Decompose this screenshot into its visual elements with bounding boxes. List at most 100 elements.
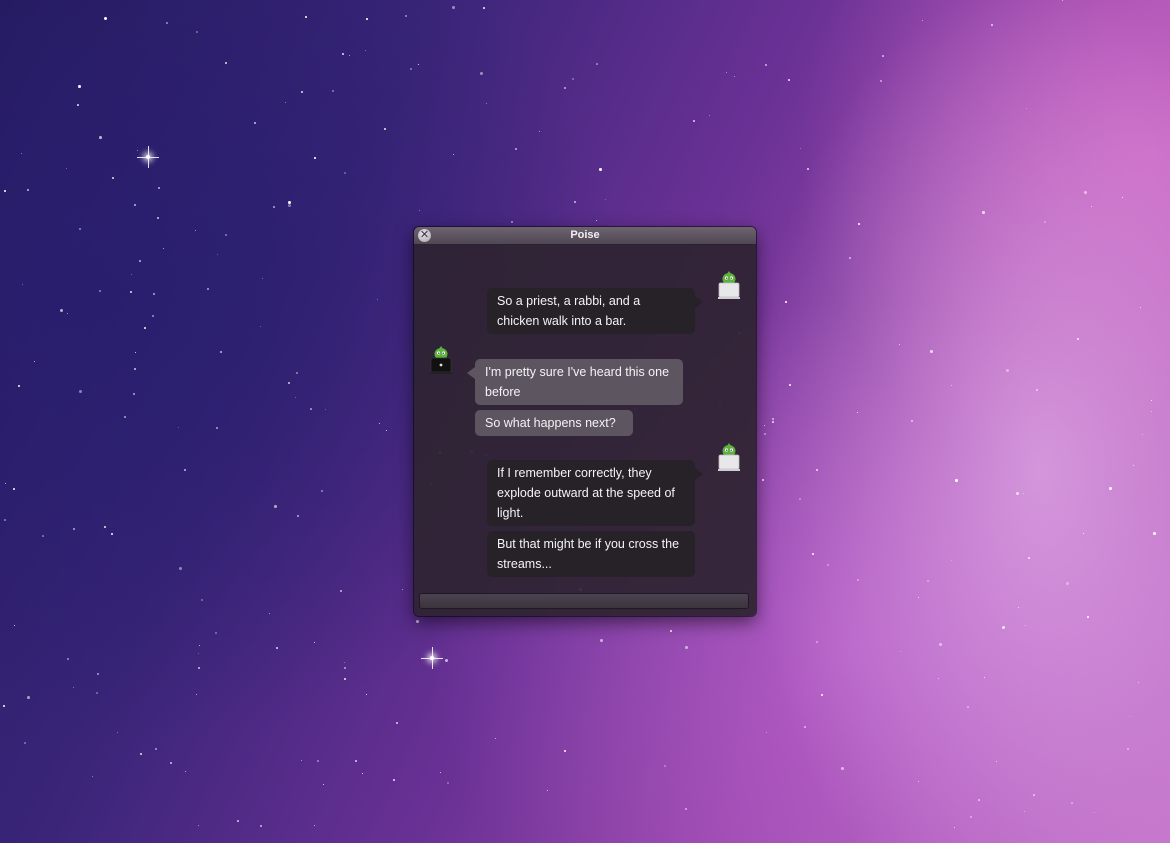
- star: [79, 228, 81, 230]
- star: [857, 412, 859, 414]
- star: [323, 784, 325, 786]
- star: [918, 781, 920, 783]
- close-icon: ✕: [419, 229, 430, 241]
- star: [982, 211, 985, 214]
- star: [1142, 434, 1144, 436]
- star: [1091, 206, 1093, 208]
- star: [899, 344, 901, 346]
- star: [27, 189, 30, 192]
- star: [939, 643, 943, 647]
- star: [99, 290, 101, 292]
- star: [486, 103, 488, 105]
- star: [198, 667, 200, 669]
- star: [42, 535, 44, 537]
- star: [27, 696, 30, 699]
- star: [157, 217, 159, 219]
- star: [970, 816, 973, 819]
- star: [1077, 338, 1079, 340]
- star: [305, 16, 307, 18]
- star: [1044, 221, 1046, 223]
- star: [440, 772, 442, 774]
- star: [1094, 812, 1096, 814]
- star: [274, 505, 277, 508]
- star: [67, 658, 70, 661]
- bubble-tail: [467, 367, 475, 379]
- star: [1036, 389, 1038, 391]
- star: [788, 79, 790, 81]
- star: [21, 153, 22, 154]
- star: [1006, 369, 1009, 372]
- star: [60, 309, 64, 313]
- star: [1002, 626, 1006, 630]
- star: [596, 63, 598, 65]
- star: [821, 694, 823, 696]
- star: [734, 76, 736, 78]
- star: [1033, 794, 1035, 796]
- star: [67, 313, 69, 315]
- star: [5, 483, 7, 485]
- star: [355, 760, 357, 762]
- star: [296, 372, 298, 374]
- adium-duck-black-laptop-icon: [430, 346, 452, 374]
- star: [495, 738, 497, 740]
- star: [539, 131, 541, 133]
- star: [1122, 197, 1124, 199]
- star: [260, 326, 262, 328]
- star: [199, 645, 201, 647]
- message-bubble-outgoing: If I remember correctly, they explode ou…: [487, 460, 703, 526]
- star: [362, 773, 364, 775]
- star: [288, 204, 291, 207]
- star: [134, 368, 136, 370]
- star: [396, 722, 398, 724]
- message-input[interactable]: [419, 593, 749, 609]
- star: [18, 385, 21, 388]
- star: [882, 55, 884, 57]
- star: [34, 361, 36, 363]
- star: [366, 694, 368, 696]
- star: [66, 168, 68, 170]
- star: [849, 257, 851, 259]
- star: [900, 651, 902, 653]
- star: [418, 64, 420, 66]
- star: [321, 490, 323, 492]
- star: [1127, 748, 1129, 750]
- star: [480, 72, 484, 76]
- message-bubble-incoming: So what happens next?: [475, 410, 633, 436]
- star: [133, 393, 136, 396]
- star: [453, 154, 455, 156]
- star: [596, 220, 598, 222]
- star: [685, 808, 687, 810]
- close-button[interactable]: ✕: [418, 229, 431, 242]
- star: [207, 288, 209, 290]
- star: [918, 597, 920, 599]
- star: [1151, 400, 1153, 402]
- star: [858, 223, 860, 225]
- star: [799, 498, 801, 500]
- star: [1129, 716, 1131, 718]
- star: [447, 782, 450, 785]
- star: [693, 120, 696, 123]
- star: [984, 677, 986, 679]
- adium-duck-white-laptop-icon: [718, 443, 740, 471]
- star: [310, 408, 312, 410]
- star: [772, 418, 774, 420]
- window-titlebar[interactable]: Poise ✕: [414, 227, 756, 245]
- star: [1025, 625, 1027, 627]
- star: [288, 201, 291, 204]
- star: [1153, 532, 1156, 535]
- star: [137, 150, 139, 152]
- star: [140, 753, 142, 755]
- star: [1028, 557, 1031, 560]
- star: [220, 351, 223, 354]
- star: [1151, 411, 1153, 413]
- star: [73, 528, 75, 530]
- star: [262, 278, 264, 280]
- star: [1084, 191, 1088, 195]
- star: [99, 136, 102, 139]
- star: [134, 204, 136, 206]
- star: [996, 761, 998, 763]
- star: [804, 726, 807, 729]
- adium-duck-white-laptop-icon: [718, 271, 740, 299]
- message-transcript: So a priest, a rabbi, and a chicken walk…: [414, 245, 756, 595]
- star: [1133, 465, 1135, 467]
